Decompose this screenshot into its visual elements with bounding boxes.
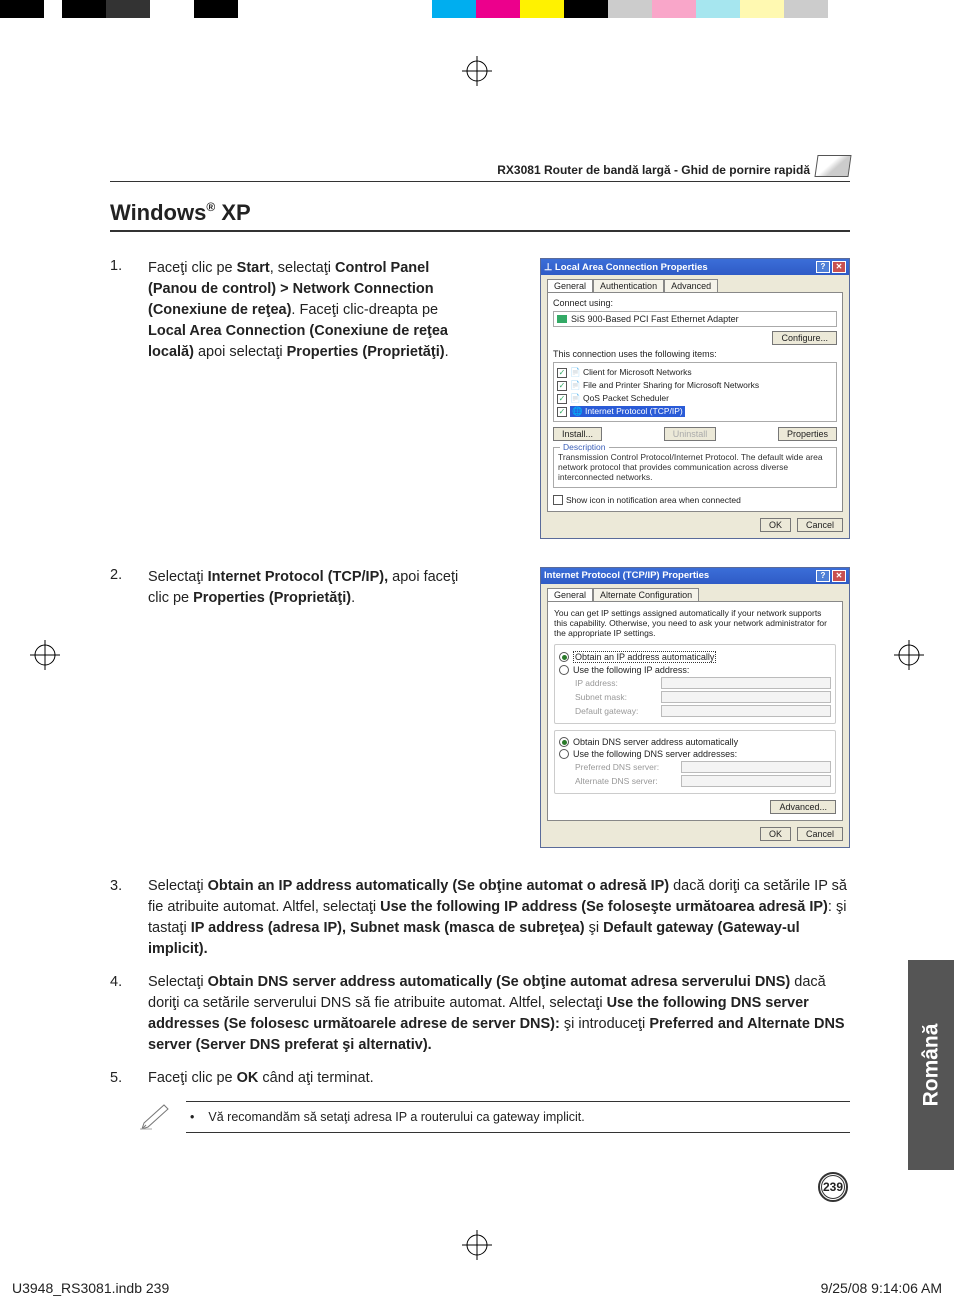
registration-mark-icon	[462, 56, 492, 86]
radio-label: Use the following IP address:	[573, 665, 689, 675]
step-number: 3.	[110, 876, 128, 960]
ok-button[interactable]: OK	[760, 827, 791, 841]
tab-alternate[interactable]: Alternate Configuration	[593, 588, 699, 601]
note-pen-icon	[140, 1101, 174, 1135]
tab-advanced[interactable]: Advanced	[664, 279, 718, 292]
step-number: 1.	[110, 258, 128, 539]
field-label: Preferred DNS server:	[575, 762, 675, 772]
step-body: Faceţi clic pe OK când aţi terminat.	[148, 1068, 374, 1089]
lan-properties-dialog: ⊥ Local Area Connection Properties ? ✕ G…	[540, 258, 850, 539]
adapter-name: SiS 900-Based PCI Fast Ethernet Adapter	[571, 314, 739, 324]
configure-button[interactable]: Configure...	[772, 331, 837, 345]
items-list[interactable]: ✓📄 Client for Microsoft Networks ✓📄 File…	[553, 362, 837, 422]
items-label: This connection uses the following items…	[553, 349, 837, 359]
field-label: Subnet mask:	[575, 692, 655, 702]
uninstall-button[interactable]: Uninstall	[664, 427, 717, 441]
checkbox-icon[interactable]: ✓	[557, 381, 567, 391]
install-button[interactable]: Install...	[553, 427, 602, 441]
page-content: RX3081 Router de bandă largă - Ghid de p…	[110, 155, 850, 1135]
print-footer: U3948_RS3081.indb 239 9/25/08 9:14:06 AM	[12, 1280, 942, 1296]
tcpip-properties-dialog: Internet Protocol (TCP/IP) Properties ? …	[540, 567, 850, 849]
list-item: 📄 File and Printer Sharing for Microsoft…	[570, 380, 759, 391]
language-tab: Română	[908, 960, 954, 1170]
advanced-button[interactable]: Advanced...	[770, 800, 836, 814]
connect-using-label: Connect using:	[553, 298, 837, 308]
field-label: IP address:	[575, 678, 655, 688]
radio-label: Use the following DNS server addresses:	[573, 749, 737, 759]
registered-symbol: ®	[206, 200, 215, 214]
adapter-field[interactable]: SiS 900-Based PCI Fast Ethernet Adapter	[553, 311, 837, 327]
page-number-text: 239	[823, 1180, 843, 1194]
radio-icon[interactable]	[559, 749, 569, 759]
page-number: 239	[818, 1172, 848, 1202]
group-label: Description	[560, 442, 609, 452]
step-number: 5.	[110, 1068, 128, 1089]
page-header: RX3081 Router de bandă largă - Ghid de p…	[110, 155, 850, 182]
adapter-icon	[557, 315, 567, 323]
field-label: Default gateway:	[575, 706, 655, 716]
radio-icon[interactable]	[559, 665, 569, 675]
radio-icon[interactable]	[559, 737, 569, 747]
checkbox-icon[interactable]: ✓	[557, 394, 567, 404]
intro-text: You can get IP settings assigned automat…	[554, 608, 836, 639]
tab-general[interactable]: General	[547, 588, 593, 601]
dialog-title: Internet Protocol (TCP/IP) Properties	[544, 570, 709, 581]
step-body: Selectaţi Obtain DNS server address auto…	[148, 972, 850, 1056]
asus-logo-icon	[814, 155, 851, 177]
footer-left: U3948_RS3081.indb 239	[12, 1280, 169, 1296]
pref-dns-input[interactable]	[681, 761, 831, 773]
checkbox-icon[interactable]	[553, 495, 563, 505]
section-title-suffix: XP	[221, 200, 250, 225]
note-content: Vă recomandăm să setaţi adresa IP a rout…	[208, 1110, 584, 1124]
cancel-button[interactable]: Cancel	[797, 827, 843, 841]
checkbox-icon[interactable]: ✓	[557, 368, 567, 378]
gateway-input[interactable]	[661, 705, 831, 717]
show-icon-label: Show icon in notification area when conn…	[566, 495, 741, 505]
step-body: Faceţi clic pe Start, selectaţi Control …	[148, 258, 478, 539]
tab-general[interactable]: General	[547, 279, 593, 292]
dialog-titlebar: Internet Protocol (TCP/IP) Properties ? …	[541, 568, 849, 584]
dialog-titlebar: ⊥ Local Area Connection Properties ? ✕	[541, 259, 849, 275]
language-label: Română	[919, 1024, 943, 1107]
alt-dns-input[interactable]	[681, 775, 831, 787]
list-item: 📄 QoS Packet Scheduler	[570, 393, 669, 404]
note-text: • Vă recomandăm să setaţi adresa IP a ro…	[186, 1101, 850, 1133]
dialog-title: ⊥ Local Area Connection Properties	[544, 262, 708, 273]
cancel-button[interactable]: Cancel	[797, 518, 843, 532]
bullet-icon: •	[190, 1110, 194, 1124]
close-button[interactable]: ✕	[832, 261, 846, 273]
step-number: 2.	[110, 567, 128, 849]
radio-label: Obtain DNS server address automatically	[573, 737, 738, 747]
step-body: Selectaţi Internet Protocol (TCP/IP), ap…	[148, 567, 478, 849]
step-number: 4.	[110, 972, 128, 1056]
radio-label: Obtain an IP address automatically	[573, 651, 716, 663]
help-button[interactable]: ?	[816, 570, 830, 582]
radio-icon[interactable]	[559, 652, 569, 662]
list-item: 📄 Client for Microsoft Networks	[570, 367, 692, 378]
registration-mark-icon	[30, 640, 60, 670]
description-text: Transmission Control Protocol/Internet P…	[558, 452, 832, 483]
section-title: Windows® XP	[110, 200, 850, 232]
header-text: RX3081 Router de bandă largă - Ghid de p…	[497, 163, 810, 177]
step-body: Selectaţi Obtain an IP address automatic…	[148, 876, 850, 960]
ip-input[interactable]	[661, 677, 831, 689]
registration-mark-icon	[462, 1230, 492, 1260]
print-colorbar	[0, 0, 828, 18]
registration-mark-icon	[894, 640, 924, 670]
properties-button[interactable]: Properties	[778, 427, 837, 441]
field-label: Alternate DNS server:	[575, 776, 675, 786]
checkbox-icon[interactable]: ✓	[557, 407, 567, 417]
mask-input[interactable]	[661, 691, 831, 703]
tab-authentication[interactable]: Authentication	[593, 279, 664, 292]
footer-right: 9/25/08 9:14:06 AM	[821, 1280, 942, 1296]
list-item-selected: 🌐 Internet Protocol (TCP/IP)	[570, 406, 685, 417]
section-title-text: Windows	[110, 200, 206, 225]
help-button[interactable]: ?	[816, 261, 830, 273]
note-block: • Vă recomandăm să setaţi adresa IP a ro…	[140, 1101, 850, 1135]
ok-button[interactable]: OK	[760, 518, 791, 532]
close-button[interactable]: ✕	[832, 570, 846, 582]
description-group: Description Transmission Control Protoco…	[553, 447, 837, 488]
